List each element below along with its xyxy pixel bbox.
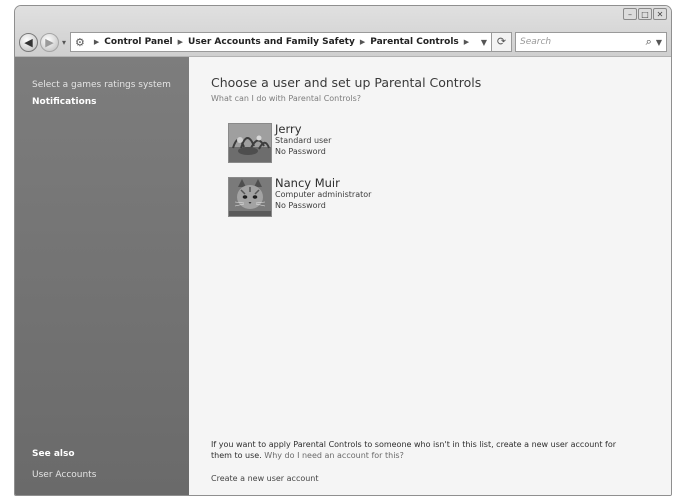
maximize-button[interactable]: □ bbox=[638, 8, 652, 20]
refresh-button[interactable]: ⟳ bbox=[492, 32, 512, 52]
recent-pages-dropdown-icon[interactable]: ▾ bbox=[62, 38, 66, 47]
breadcrumb-separator-icon[interactable]: ▶ bbox=[360, 38, 365, 46]
password-status: No Password bbox=[275, 146, 326, 156]
minimize-button[interactable]: – bbox=[623, 8, 637, 20]
breadcrumb-control-panel[interactable]: Control Panel bbox=[104, 37, 172, 47]
window-controls: – □ ✕ bbox=[623, 8, 667, 20]
account-type: Standard user bbox=[275, 136, 332, 145]
control-panel-window: – □ ✕ ◀ ▶ ▾ ⚙ ▶ Control Panel ▶ User Acc… bbox=[14, 5, 672, 496]
user-tile-jerry[interactable]: Jerry Standard user No Password bbox=[228, 123, 331, 163]
breadcrumb-user-accounts[interactable]: User Accounts and Family Safety bbox=[188, 37, 355, 47]
back-button[interactable]: ◀ bbox=[19, 32, 38, 52]
close-button[interactable]: ✕ bbox=[653, 8, 667, 20]
sidebar-item-games-ratings[interactable]: Select a games ratings system bbox=[32, 80, 171, 90]
address-dropdown-icon[interactable]: ▼ bbox=[481, 38, 487, 47]
page-title: Choose a user and set up Parental Contro… bbox=[211, 75, 482, 90]
create-account-link[interactable]: Create a new user account bbox=[211, 474, 319, 483]
plant-picture bbox=[228, 123, 272, 163]
search-input[interactable]: Search ⌕ ▼ bbox=[515, 32, 667, 52]
kitten-avatar-icon bbox=[229, 178, 271, 216]
breadcrumb-separator-icon[interactable]: ▶ bbox=[464, 38, 469, 46]
why-account-link[interactable]: Why do I need an account for this? bbox=[264, 451, 404, 460]
breadcrumb-separator-icon[interactable]: ▶ bbox=[94, 38, 99, 46]
help-link[interactable]: What can I do with Parental Controls? bbox=[211, 94, 361, 103]
account-type: Computer administrator bbox=[275, 190, 372, 199]
search-icon[interactable]: ⌕ bbox=[646, 35, 652, 49]
plant-avatar-icon bbox=[229, 124, 271, 162]
address-bar[interactable]: ⚙ ▶ Control Panel ▶ User Accounts and Fa… bbox=[70, 32, 492, 52]
see-also-heading: See also bbox=[32, 449, 75, 459]
info-text: If you want to apply Parental Controls t… bbox=[211, 439, 631, 461]
forward-button[interactable]: ▶ bbox=[40, 32, 59, 52]
user-name[interactable]: Nancy Muir bbox=[275, 177, 371, 190]
sidebar-item-user-accounts[interactable]: User Accounts bbox=[32, 470, 96, 480]
user-tile-nancy-muir[interactable]: Nancy Muir Computer administrator No Pas… bbox=[228, 177, 371, 217]
main-content: Choose a user and set up Parental Contro… bbox=[189, 57, 671, 495]
task-pane: Select a games ratings system Notificati… bbox=[15, 57, 189, 495]
search-dropdown-icon[interactable]: ▼ bbox=[656, 38, 662, 47]
breadcrumb-parental-controls[interactable]: Parental Controls bbox=[370, 37, 459, 47]
user-name[interactable]: Jerry bbox=[275, 123, 331, 136]
control-panel-icon: ⚙ bbox=[75, 35, 85, 49]
title-bar: – □ ✕ ◀ ▶ ▾ ⚙ ▶ Control Panel ▶ User Acc… bbox=[15, 6, 671, 57]
search-placeholder: Search bbox=[520, 37, 552, 47]
kitten-picture bbox=[228, 177, 272, 217]
sidebar-item-notifications[interactable]: Notifications bbox=[32, 97, 97, 107]
breadcrumb-separator-icon[interactable]: ▶ bbox=[178, 38, 183, 46]
navigation-bar: ◀ ▶ ▾ ⚙ ▶ Control Panel ▶ User Accounts … bbox=[19, 30, 667, 54]
password-status: No Password bbox=[275, 200, 326, 210]
